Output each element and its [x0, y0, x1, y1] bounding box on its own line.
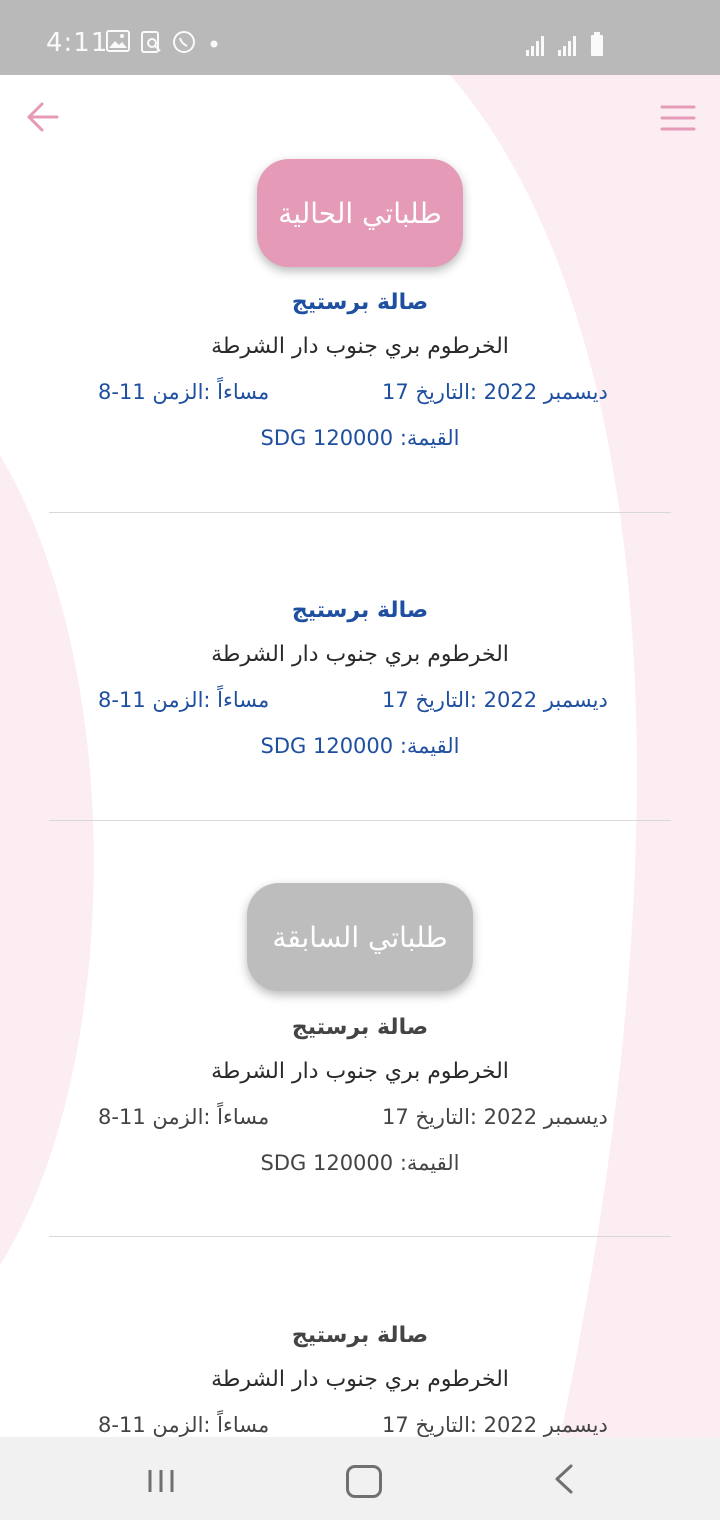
recent-apps-icon[interactable] — [147, 1468, 175, 1494]
order-date: ديسمبر 2022 :التاريخ 17 — [382, 380, 608, 404]
status-bar: 4:11 — [0, 0, 720, 75]
order-date: ديسمبر 2022 :التاريخ 17 — [382, 688, 608, 712]
hamburger-menu-icon[interactable] — [660, 104, 696, 132]
order-time: مساءاً :الزمن 11-8 — [98, 380, 270, 404]
order-time: مساءاً :الزمن 11-8 — [98, 688, 270, 712]
venue-name: صالة برستيج — [291, 1323, 429, 1348]
order-price: القيمة: 120000 SDG — [260, 734, 460, 758]
current-orders-button[interactable]: طلباتي الحالية — [257, 159, 463, 267]
order-price: القيمة: 120000 SDG — [260, 426, 460, 450]
venue-location: الخرطوم بري جنوب دار الشرطة — [211, 1367, 509, 1392]
system-nav-bar — [0, 1437, 720, 1520]
signal-icon — [526, 36, 544, 56]
back-arrow-icon[interactable] — [26, 100, 60, 134]
battery-icon — [591, 32, 603, 56]
notification-dot-icon — [210, 40, 218, 48]
order-price: القيمة: 120000 SDG — [260, 1151, 460, 1175]
whatsapp-icon — [173, 31, 195, 53]
status-indicators — [526, 32, 604, 56]
venue-location: الخرطوم بري جنوب دار الشرطة — [211, 334, 509, 359]
back-nav-icon[interactable] — [553, 1464, 575, 1494]
order-time: مساءاً :الزمن 11-8 — [98, 1105, 270, 1129]
divider — [49, 820, 671, 821]
divider — [49, 512, 671, 513]
signal-icon — [558, 36, 576, 56]
divider — [49, 1236, 671, 1237]
gallery-icon — [106, 30, 130, 52]
status-time: 4:11 — [46, 28, 109, 58]
home-icon[interactable] — [346, 1465, 382, 1498]
previous-orders-button[interactable]: طلباتي السابقة — [247, 883, 473, 991]
order-time: مساءاً :الزمن 11-8 — [98, 1413, 270, 1437]
order-date: ديسمبر 2022 :التاريخ 17 — [382, 1413, 608, 1437]
venue-name: صالة برستيج — [291, 598, 429, 623]
search-doc-icon — [141, 31, 161, 53]
order-date: ديسمبر 2022 :التاريخ 17 — [382, 1105, 608, 1129]
venue-location: الخرطوم بري جنوب دار الشرطة — [211, 1059, 509, 1084]
venue-name: صالة برستيج — [291, 290, 429, 315]
venue-location: الخرطوم بري جنوب دار الشرطة — [211, 642, 509, 667]
venue-name: صالة برستيج — [291, 1015, 429, 1040]
